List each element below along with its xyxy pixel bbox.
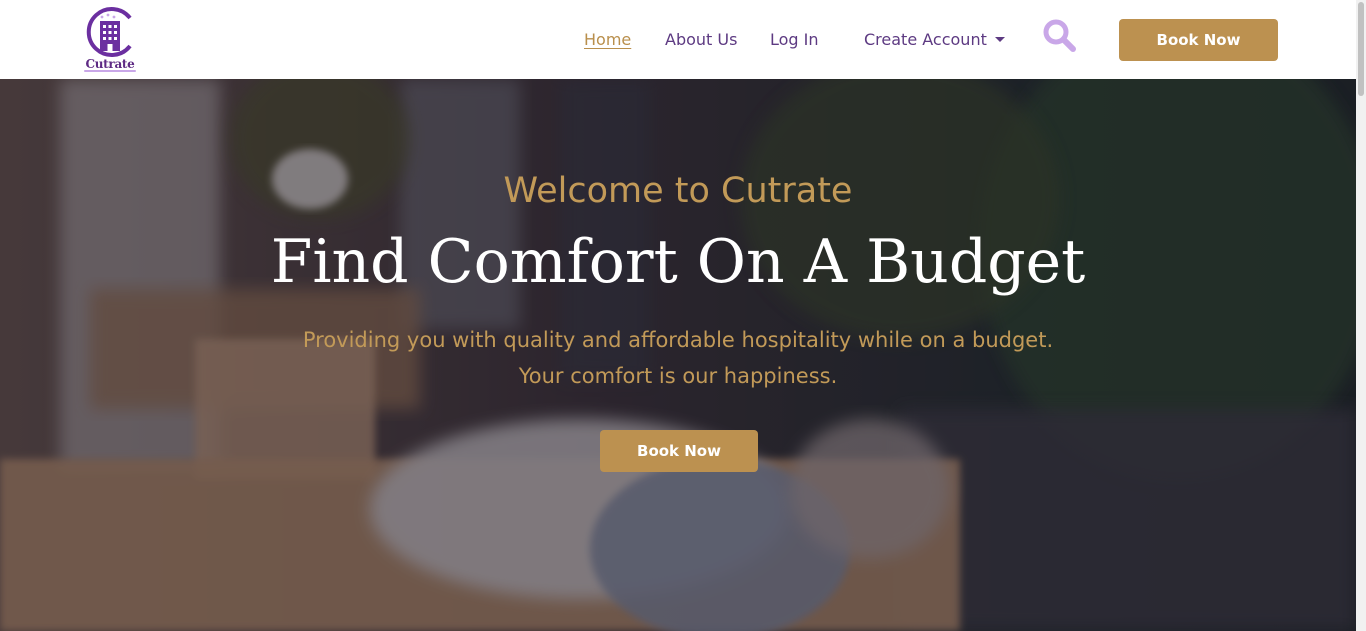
hero-book-now-button[interactable]: Book Now [600,430,758,472]
nav-create-account-dropdown[interactable]: Create Account [864,30,1005,49]
top-navbar: Cutrate Home About Us Log In Create Acco… [0,0,1356,79]
brand-tagline-line [84,70,136,72]
brand-name: Cutrate [85,57,135,71]
nav-home-link[interactable]: Home [584,30,631,49]
brand-logo[interactable]: Cutrate [80,4,140,74]
hero-title: Find Comfort On A Budget [270,227,1086,297]
nav-about-link[interactable]: About Us [665,30,737,49]
nav-login-link[interactable]: Log In [770,30,819,49]
search-button[interactable] [1040,16,1078,54]
search-icon [1043,19,1076,52]
hero-subtitle-line-2: Your comfort is our happiness. [518,364,838,388]
create-account-label: Create Account [864,30,987,49]
hero-subtitle: Providing you with quality and affordabl… [0,322,1356,394]
hero-welcome-text: Welcome to Cutrate [503,171,853,211]
hero-subtitle-line-1: Providing you with quality and affordabl… [302,328,1054,352]
hero-section: Welcome to Cutrate Find Comfort On A Bud… [0,79,1356,631]
scrollbar-thumb[interactable] [1358,2,1364,96]
hotel-building-icon [86,7,132,57]
page-scrollbar[interactable] [1356,0,1366,631]
caret-down-icon [994,37,1005,42]
nav-book-now-button[interactable]: Book Now [1119,19,1278,61]
